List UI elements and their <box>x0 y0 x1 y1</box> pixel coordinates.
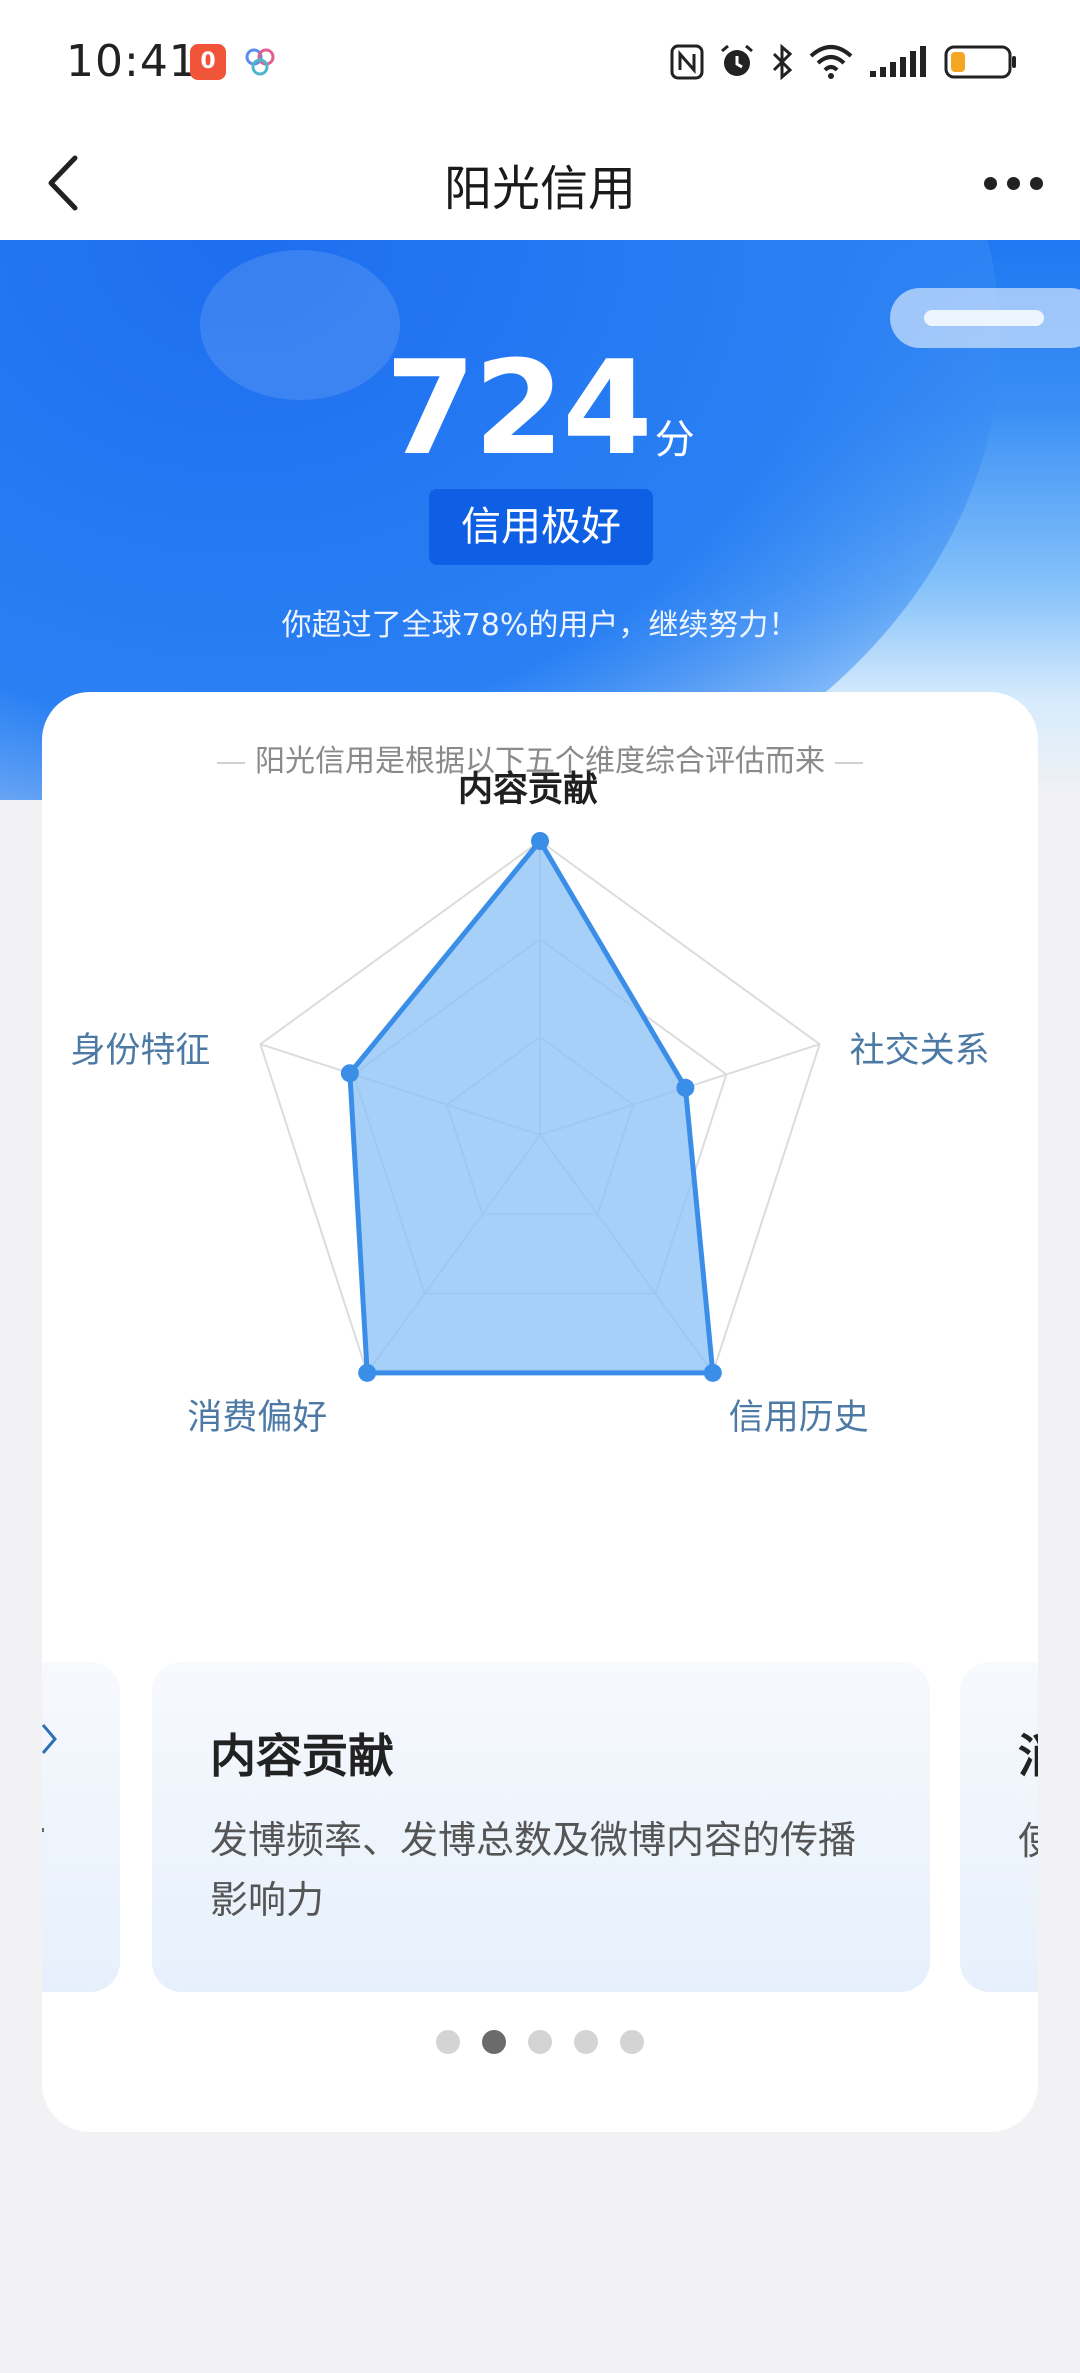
wifi-icon <box>809 45 853 79</box>
slide-title: 消 <box>1018 1720 1038 1786</box>
carousel-slide-next[interactable]: 消 使 <box>960 1662 1038 1992</box>
radar-axis-label[interactable]: 社交关系 <box>850 1022 990 1073</box>
radar-data-point <box>703 1363 722 1382</box>
radar-axis-label[interactable]: 身份特征 <box>70 1022 210 1073</box>
more-icon <box>983 176 997 190</box>
credit-level-badge: 信用极好 <box>429 489 653 565</box>
carousel-dot[interactable] <box>436 2030 460 2054</box>
radar-data-point <box>358 1363 377 1382</box>
carousel-indicator <box>42 2030 1038 2054</box>
bluetooth-icon <box>772 43 793 81</box>
nfc-icon <box>670 44 704 80</box>
radar-data-area <box>347 838 716 1376</box>
chevron-right-icon <box>42 1724 57 1754</box>
battery-icon <box>944 45 1016 79</box>
carousel-dot[interactable] <box>574 2030 598 2054</box>
dimension-card: 阳光信用是根据以下五个维度综合评估而来 内容贡献 社交关系 信用历史 消费偏好 身份特征… <box>42 692 1038 2132</box>
radar-axis-label[interactable]: 信用历史 <box>729 1389 869 1440</box>
carousel-dot[interactable] <box>620 2030 644 2054</box>
radar-axis-label[interactable]: 消费偏好 <box>187 1389 327 1440</box>
slide-description: 使 <box>1018 1819 1038 1863</box>
status-time: 10:41 <box>66 36 198 87</box>
notification-badge: 0 <box>190 44 226 80</box>
slide-description: 发博频率、发博总数及微博内容的传播影响力 <box>210 1818 857 1922</box>
app-notification-icon <box>245 48 275 76</box>
radar-data-point <box>676 1078 695 1097</box>
alarm-icon <box>721 44 753 76</box>
radar-data-point <box>340 1064 359 1083</box>
signal-icon <box>870 46 926 77</box>
rank-text: 你超过了全球78%的用户，继续努力！ <box>281 608 799 643</box>
slide-title: 内容贡献 <box>210 1729 394 1783</box>
status-bar: 10:41 0 <box>0 0 1080 125</box>
status-icons <box>670 38 1018 86</box>
radar-axis-label[interactable]: 内容贡献 <box>458 761 598 812</box>
more-button[interactable] <box>968 147 1058 219</box>
score-unit: 分 <box>654 417 695 463</box>
carousel-dot[interactable] <box>528 2030 552 2054</box>
page-title: 阳光信用 <box>443 161 636 217</box>
carousel-dot[interactable] <box>482 2030 506 2054</box>
carousel-slide-active[interactable]: 内容贡献 发博频率、发博总数及微博内容的传播影响力 <box>152 1662 930 1992</box>
score-value: 724 <box>385 332 652 484</box>
nav-bar: 阳光信用 <box>0 125 1080 240</box>
credit-score: 724 分 <box>0 332 1080 484</box>
radar-data-point <box>531 832 549 850</box>
carousel-slide-prev[interactable] <box>42 1662 120 1992</box>
radar-chart <box>259 832 821 1382</box>
